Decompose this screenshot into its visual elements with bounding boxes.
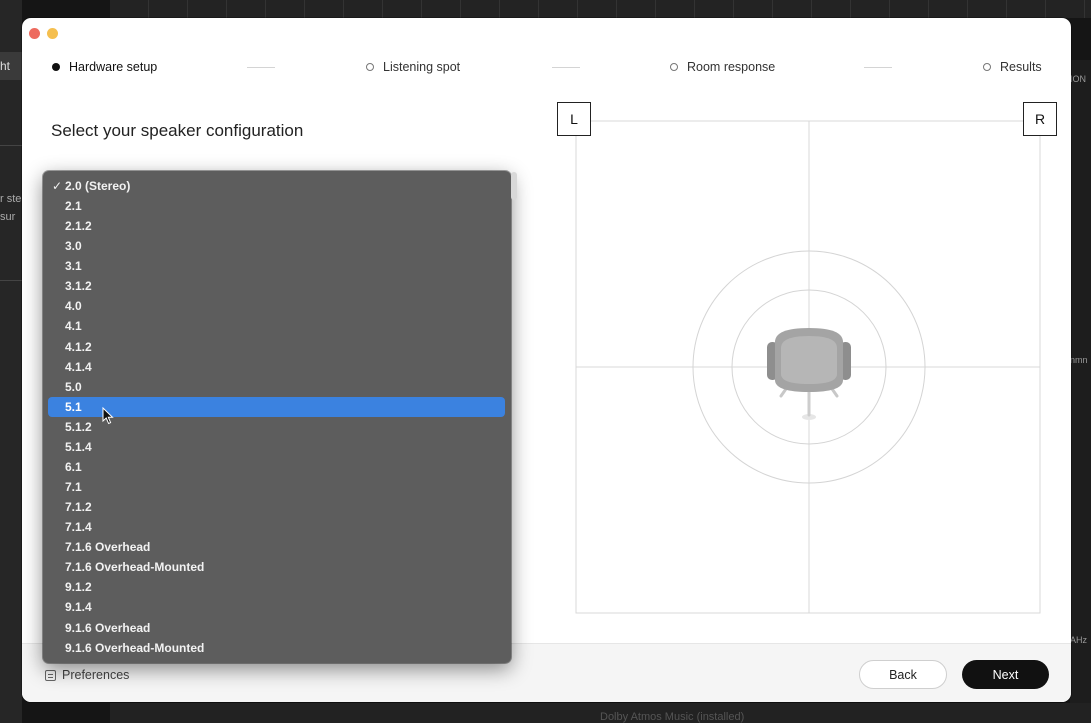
right-speaker[interactable]: R (1023, 102, 1057, 136)
background-right-label: AHz (1070, 635, 1088, 645)
dropdown-option[interactable]: 5.0 (48, 377, 505, 397)
dropdown-option-label: 4.1.4 (65, 359, 92, 374)
background-timeline (110, 0, 1091, 18)
background-left-panel (0, 0, 22, 723)
background-bottom-bar: Dolby Atmos Music (installed) (110, 703, 1091, 723)
close-window-button[interactable] (29, 28, 40, 39)
dropdown-option-label: 9.1.6 Overhead (65, 620, 151, 635)
dropdown-option[interactable]: 3.0 (48, 236, 505, 256)
step-label: Room response (687, 60, 776, 74)
background-right-label: ION (1070, 74, 1087, 84)
dropdown-option-label: 2.1 (65, 199, 82, 214)
mouse-cursor-icon (102, 407, 114, 425)
step-connector (552, 67, 580, 68)
dropdown-option[interactable]: 5.1.2 (48, 417, 505, 437)
dropdown-option[interactable]: 7.1.2 (48, 497, 505, 517)
left-speaker[interactable]: L (557, 102, 591, 136)
dropdown-option[interactable]: 9.1.6 Overhead-Mounted (48, 638, 505, 658)
dropdown-scrollbar[interactable] (511, 172, 517, 200)
background-left-text: r ste sur (0, 190, 22, 226)
dropdown-option-label: 4.1 (65, 319, 82, 334)
page-title: Select your speaker configuration (51, 121, 304, 140)
step-active-dot-icon (52, 63, 60, 71)
step-label: Hardware setup (69, 60, 158, 74)
background-right-label: nmn (1070, 355, 1088, 365)
dropdown-option[interactable]: 9.1.4 (48, 597, 505, 617)
preferences-button[interactable]: Preferences (45, 668, 129, 682)
step-results: Results (983, 60, 1042, 74)
step-pending-dot-icon (983, 63, 991, 71)
dropdown-option-label: 5.1.4 (65, 439, 92, 454)
dropdown-option[interactable]: 4.0 (48, 296, 505, 316)
room-layout-diagram: L R (557, 102, 1059, 614)
dropdown-option-label: 9.1.4 (65, 600, 92, 615)
dropdown-option[interactable]: 4.1.4 (48, 357, 505, 377)
dropdown-option[interactable]: 7.1 (48, 477, 505, 497)
back-button[interactable]: Back (859, 660, 947, 689)
preferences-label: Preferences (62, 668, 130, 682)
dropdown-option[interactable]: 4.1.2 (48, 337, 505, 357)
dropdown-option-label: 5.1.2 (65, 419, 92, 434)
dropdown-option-label: 6.1 (65, 459, 82, 474)
dropdown-option[interactable]: 7.1.4 (48, 517, 505, 537)
dropdown-option-label: 4.0 (65, 299, 82, 314)
dropdown-option[interactable]: 3.1.2 (48, 276, 505, 296)
dropdown-option[interactable]: 2.1 (48, 196, 505, 216)
listener-chair-icon (767, 328, 851, 420)
step-label: Results (1000, 60, 1042, 74)
dropdown-option[interactable]: 3.1 (48, 256, 505, 276)
step-label: Listening spot (383, 60, 461, 74)
dropdown-option-label: 4.1.2 (65, 339, 92, 354)
dropdown-option-label: 5.0 (65, 379, 82, 394)
dropdown-option-label: 2.0 (Stereo) (65, 179, 131, 193)
dropdown-option-label: 9.1.2 (65, 580, 92, 595)
room-grid (575, 120, 1041, 614)
dropdown-option[interactable]: 6.1 (48, 457, 505, 477)
checkmark-icon: ✓ (52, 179, 63, 193)
background-divider (0, 145, 22, 146)
dropdown-option-label: 3.1.2 (65, 279, 92, 294)
dropdown-option-label: 5.1 (65, 399, 82, 414)
preferences-icon (45, 669, 56, 681)
dropdown-option-label: 3.0 (65, 239, 82, 254)
dropdown-option-label: 7.1.4 (65, 520, 92, 535)
step-room-response: Room response (670, 60, 775, 74)
background-bottom-text: Dolby Atmos Music (installed) (600, 711, 745, 723)
dropdown-option[interactable]: ✓ 2.0 (Stereo) (48, 176, 505, 196)
dropdown-option[interactable]: 7.1.6 Overhead-Mounted (48, 557, 505, 577)
step-pending-dot-icon (366, 63, 374, 71)
minimize-window-button[interactable] (47, 28, 58, 39)
dropdown-option[interactable]: 5.1 (48, 396, 505, 417)
dropdown-option-label: 3.1 (65, 259, 82, 274)
next-button[interactable]: Next (962, 660, 1049, 689)
dropdown-option[interactable]: 2.1.2 (48, 216, 505, 236)
dropdown-option-label: 7.1.2 (65, 500, 92, 515)
dropdown-option-label: 7.1.6 Overhead-Mounted (65, 560, 205, 575)
dropdown-option[interactable]: 9.1.2 (48, 577, 505, 597)
step-pending-dot-icon (670, 63, 678, 71)
background-left-text-line: r ste (0, 193, 22, 205)
step-hardware-setup: Hardware setup (52, 60, 157, 74)
background-right-panel (1070, 60, 1091, 723)
step-connector (247, 67, 275, 68)
step-connector (864, 67, 892, 68)
dropdown-option-label: 7.1.6 Overhead (65, 540, 151, 555)
background-divider (0, 280, 22, 281)
dropdown-option-label: 7.1 (65, 480, 82, 495)
background-left-text-line: sur (0, 211, 16, 223)
dropdown-option[interactable]: 4.1 (48, 316, 505, 336)
dropdown-option[interactable]: 9.1.6 Overhead (48, 618, 505, 638)
background-left-tab: ht (0, 52, 22, 80)
dropdown-option-label: 9.1.6 Overhead-Mounted (65, 640, 205, 655)
step-listening-spot: Listening spot (366, 60, 460, 74)
dropdown-option[interactable]: 7.1.6 Overhead (48, 537, 505, 557)
dropdown-option[interactable]: 5.1.4 (48, 437, 505, 457)
dropdown-option-label: 2.1.2 (65, 219, 92, 234)
